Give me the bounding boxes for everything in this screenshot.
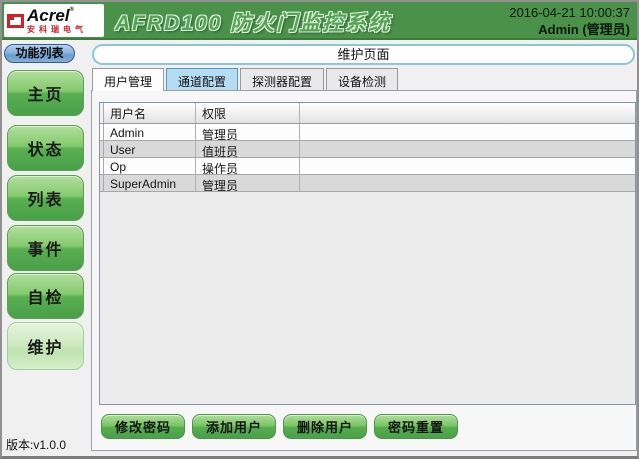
header-bar: Acrel® 安科瑞电气 AFRD100 防火门监控系统 2016-04-21 … — [2, 2, 637, 40]
reset-password-button[interactable]: 密码重置 — [374, 414, 458, 439]
cell-username: Admin — [104, 124, 196, 140]
table-row[interactable]: Op 操作员 — [100, 158, 635, 175]
table-row[interactable]: SuperAdmin 管理员 — [100, 175, 635, 192]
user-table: 用户名 权限 Admin 管理员 User 值班员 Op 操作员 SuperAd… — [99, 102, 636, 405]
column-header-username: 用户名 — [104, 103, 196, 123]
tab-channel-config[interactable]: 通道配置 — [166, 68, 238, 90]
cell-username: User — [104, 141, 196, 157]
add-user-button[interactable]: 添加用户 — [192, 414, 276, 439]
brand-name: Acrel® — [27, 7, 87, 24]
tab-device-check[interactable]: 设备检测 — [326, 68, 398, 90]
tab-bar: 用户管理 通道配置 探测器配置 设备检测 — [92, 68, 398, 90]
delete-user-button[interactable]: 删除用户 — [283, 414, 367, 439]
change-password-button[interactable]: 修改密码 — [101, 414, 185, 439]
brand-subtitle: 安科瑞电气 — [27, 26, 87, 34]
tab-user-management[interactable]: 用户管理 — [92, 68, 164, 91]
current-user-label: Admin (管理员) — [509, 21, 630, 38]
sidebar: 功能列表 主页 状态 列表 事件 自检 维护 版本:v1.0.0 — [2, 42, 89, 456]
column-header-role: 权限 — [196, 103, 300, 123]
column-header-empty — [300, 103, 635, 123]
cell-role: 管理员 — [196, 124, 300, 140]
sidebar-item-list[interactable]: 列表 — [7, 175, 84, 221]
sidebar-item-selfcheck[interactable]: 自检 — [7, 273, 84, 319]
cell-role: 操作员 — [196, 158, 300, 174]
sidebar-item-maintenance[interactable]: 维护 — [7, 322, 84, 370]
cell-username: SuperAdmin — [104, 175, 196, 191]
sidebar-item-home[interactable]: 主页 — [7, 70, 84, 116]
tab-detector-config[interactable]: 探测器配置 — [240, 68, 324, 90]
app-title: AFRD100 防火门监控系统 — [115, 7, 391, 37]
datetime-label: 2016-04-21 10:00:37 — [509, 4, 630, 21]
cell-username: Op — [104, 158, 196, 174]
action-button-row: 修改密码 添加用户 删除用户 密码重置 — [101, 414, 458, 439]
sidebar-item-events[interactable]: 事件 — [7, 225, 84, 271]
acrel-logo-icon — [7, 14, 24, 28]
page-title: 维护页面 — [92, 44, 635, 65]
sidebar-title: 功能列表 — [4, 44, 75, 63]
version-label: 版本:v1.0.0 — [6, 436, 66, 453]
cell-role: 管理员 — [196, 175, 300, 191]
sidebar-item-status[interactable]: 状态 — [7, 125, 84, 171]
table-row[interactable]: Admin 管理员 — [100, 124, 635, 141]
table-header-row: 用户名 权限 — [100, 103, 635, 124]
app-window: Acrel® 安科瑞电气 AFRD100 防火门监控系统 2016-04-21 … — [0, 0, 639, 459]
table-row[interactable]: User 值班员 — [100, 141, 635, 158]
acrel-logo: Acrel® 安科瑞电气 — [4, 4, 104, 37]
cell-role: 值班员 — [196, 141, 300, 157]
